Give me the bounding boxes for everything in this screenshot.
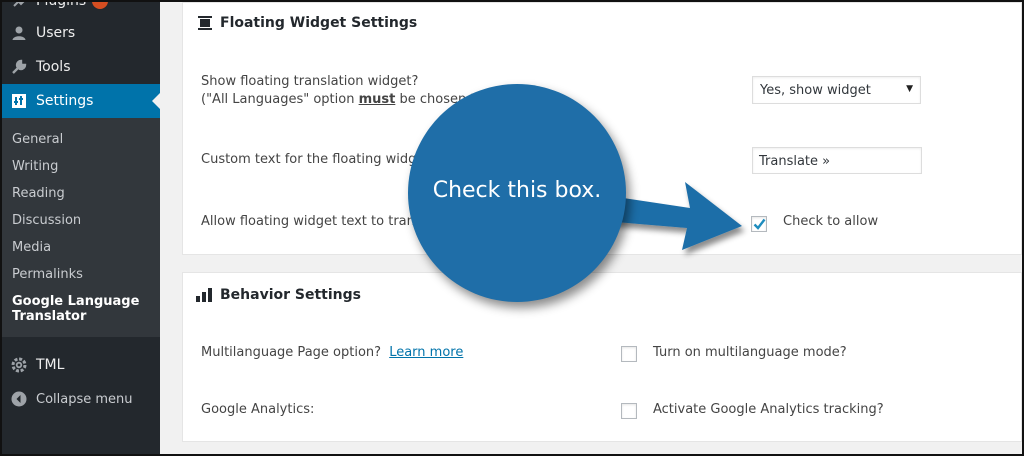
chevron-down-icon: ▼ bbox=[906, 84, 913, 94]
note-emphasis: must bbox=[358, 92, 396, 107]
wrench-icon bbox=[10, 58, 28, 76]
input-value: Translate » bbox=[759, 154, 831, 169]
submenu-label-line2: Translator bbox=[12, 309, 87, 324]
collapse-menu-button[interactable]: Collapse menu bbox=[0, 382, 160, 416]
menu-label: Settings bbox=[36, 93, 94, 109]
allow-translate-label: Allow floating widget text to trans bbox=[201, 214, 422, 229]
submenu-item-writing[interactable]: Writing bbox=[12, 159, 58, 174]
show-widget-note: ("All Languages" option must be chosen t… bbox=[201, 92, 483, 107]
menu-label: Collapse menu bbox=[36, 391, 133, 407]
submenu-item-media[interactable]: Media bbox=[12, 240, 51, 255]
menu-item-tools[interactable]: Tools bbox=[0, 50, 160, 84]
allow-checkbox-label: Check to allow bbox=[783, 214, 879, 229]
google-analytics-label: Google Analytics: bbox=[201, 402, 315, 417]
custom-text-input[interactable]: Translate » bbox=[752, 147, 922, 174]
menu-label: TML bbox=[36, 357, 65, 373]
submenu-item-google-language-translator[interactable]: Google Language Translator bbox=[12, 294, 139, 324]
menu-item-users[interactable]: Users bbox=[0, 16, 160, 50]
submenu-label-line1: Google Language bbox=[12, 294, 140, 309]
settings-submenu: General Writing Reading Discussion Media… bbox=[0, 118, 160, 337]
multilanguage-checkbox[interactable] bbox=[621, 346, 637, 362]
menu-label: Users bbox=[36, 25, 76, 41]
note-text: ("All Languages" option bbox=[201, 92, 359, 107]
multilanguage-label: Multilanguage Page option? Learn more bbox=[201, 345, 463, 360]
show-widget-select[interactable]: Yes, show widget ▼ bbox=[752, 76, 921, 104]
panel-title-text: Behavior Settings bbox=[220, 287, 361, 303]
admin-sidebar: Plugins Users Tools Settings General Wri… bbox=[0, 0, 160, 456]
multilanguage-checkbox-label: Turn on multilanguage mode? bbox=[653, 345, 847, 360]
custom-text-label: Custom text for the floating widge bbox=[201, 152, 425, 167]
settings-icon bbox=[10, 92, 28, 110]
submenu-item-general[interactable]: General bbox=[12, 132, 63, 147]
menu-label: Plugins bbox=[36, 0, 87, 9]
multilanguage-label-text: Multilanguage Page option? bbox=[201, 345, 382, 360]
show-widget-label: Show floating translation widget? bbox=[201, 74, 419, 89]
behavior-title: Behavior Settings bbox=[196, 287, 361, 303]
floating-widget-title: Floating Widget Settings bbox=[198, 15, 417, 31]
submenu-item-reading[interactable]: Reading bbox=[12, 186, 65, 201]
update-count-badge bbox=[92, 0, 109, 9]
google-analytics-checkbox[interactable] bbox=[621, 403, 637, 419]
user-icon bbox=[10, 24, 28, 42]
plugin-icon bbox=[10, 0, 28, 10]
submenu-item-permalinks[interactable]: Permalinks bbox=[12, 267, 83, 282]
menu-item-tml[interactable]: TML bbox=[0, 348, 160, 382]
bar-chart-icon bbox=[196, 288, 212, 302]
menu-item-settings[interactable]: Settings bbox=[0, 84, 160, 118]
panel-title-text: Floating Widget Settings bbox=[220, 15, 418, 31]
widget-icon bbox=[198, 16, 212, 30]
google-analytics-checkbox-label: Activate Google Analytics tracking? bbox=[653, 402, 884, 417]
submenu-item-discussion[interactable]: Discussion bbox=[12, 213, 81, 228]
learn-more-link[interactable]: Learn more bbox=[389, 345, 463, 360]
menu-label: Tools bbox=[36, 59, 71, 75]
callout-text: Check this box. bbox=[432, 178, 602, 203]
gear-icon bbox=[10, 356, 28, 374]
collapse-icon bbox=[10, 390, 28, 408]
select-value: Yes, show widget bbox=[760, 83, 871, 98]
